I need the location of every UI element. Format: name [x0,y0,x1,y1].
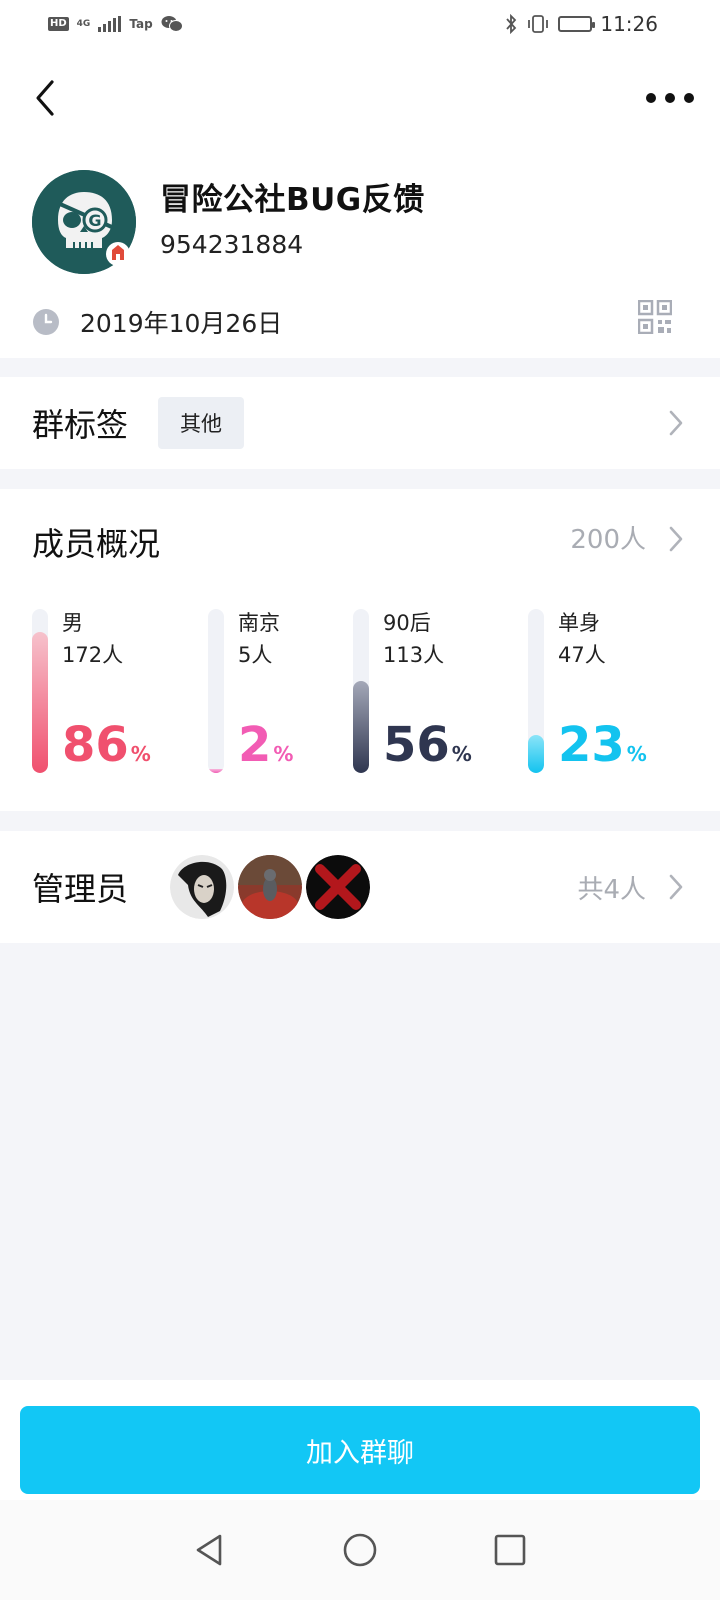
status-bar: HD 4G Tap 11:26 [0,0,720,48]
chevron-right-icon [669,874,683,900]
stat-percent: 23% [558,717,647,773]
more-button[interactable] [646,86,694,110]
join-group-button[interactable]: 加入群聊 [20,1406,700,1494]
stat-label: 男 [62,611,83,635]
group-avatar[interactable]: G [32,170,136,274]
more-dot [684,93,694,103]
signal-icon [98,16,122,32]
members-title: 成员概况 [32,525,161,563]
stat-label: 90后 [383,611,431,635]
stat-bar-fill [353,681,369,773]
battery-icon [558,16,596,32]
group-header: G 冒险公社BUG反馈 954231884 2019年10月26日 [0,148,720,358]
stat-percent: 56% [383,717,472,773]
avatar-letter: G [88,211,101,230]
nav-home-icon[interactable] [340,1530,380,1570]
wechat-icon [161,16,183,32]
group-id: 954231884 [160,230,304,259]
group-tag-row[interactable]: 群标签 其他 [0,377,720,469]
admins-row[interactable]: 管理员 共4人 [0,831,720,943]
status-time: 11:26 [600,12,658,36]
top-nav [0,48,720,148]
stat-gender: 男 172人 86% [32,609,202,779]
members-overview: 成员概况 200人 男 172人 86% 南京 5人 2% 90后 113人 5… [0,489,720,811]
skull-logo-icon: G [32,170,136,274]
avatar[interactable] [306,855,371,919]
admins-label: 管理员 [32,870,129,908]
chevron-right-icon[interactable] [668,525,684,553]
stat-count: 113人 [383,643,445,667]
back-button[interactable] [26,74,66,122]
qr-code-icon[interactable] [638,300,672,334]
stat-bar [32,609,48,773]
stat-bar-fill [528,735,544,773]
bluetooth-icon [506,14,517,34]
status-left: HD 4G Tap [48,15,183,33]
stat-count: 5人 [238,643,273,667]
created-date: 2019年10月26日 [80,309,283,338]
system-nav-bar [0,1500,720,1600]
stat-label: 单身 [558,611,600,635]
stat-count: 172人 [62,643,124,667]
clock-icon [33,309,59,335]
more-dot [665,93,675,103]
avatar[interactable] [170,855,235,919]
stat-age: 90后 113人 56% [353,609,523,779]
stat-bar-fill [208,768,224,773]
stat-bar-fill [32,631,48,773]
admins-count: 共4人 [577,874,646,905]
network-type: 4G [76,18,91,29]
nav-recents-icon[interactable] [490,1530,530,1570]
vibrate-icon [528,15,549,33]
stat-count: 47人 [558,643,606,667]
group-name: 冒险公社BUG反馈 [160,182,425,218]
stat-percent: 86% [62,717,151,773]
stat-bar [208,609,224,773]
chevron-right-icon [669,410,683,436]
tag-section-label: 群标签 [32,406,129,444]
status-right: 11:26 [504,12,658,36]
stat-bar [353,609,369,773]
stat-bar [528,609,544,773]
stat-single: 单身 47人 23% [528,609,698,779]
stat-percent: 2% [238,717,294,773]
tap-app-label: Tap [129,17,153,31]
admin-avatars [170,855,371,919]
stat-label: 南京 [238,611,280,635]
chevron-left-icon [36,80,54,116]
avatar[interactable] [238,855,303,919]
hd-badge: HD [48,17,69,31]
members-count[interactable]: 200人 [570,519,646,556]
group-tag-chip: 其他 [158,397,245,449]
more-dot [646,93,656,103]
nav-back-icon[interactable] [190,1530,230,1570]
created-date-row: 2019年10月26日 [32,302,282,342]
